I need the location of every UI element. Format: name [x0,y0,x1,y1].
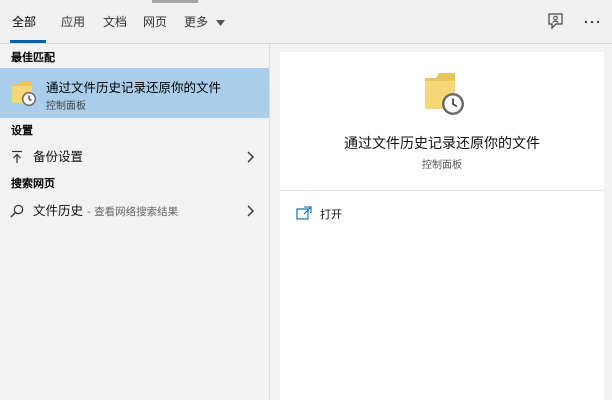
search-icon [10,204,24,218]
preview-right-gap [604,52,612,400]
best-match-subtitle: 控制面板 [46,101,86,112]
web-result-hint: - 查看网络搜索结果 [87,206,179,218]
preview-header: 通过文件历史记录还原你的文件 控制面板 [280,52,604,191]
tab-web[interactable]: 网页 [143,14,167,30]
title-accent [152,0,198,3]
web-result-file-history[interactable]: 文件历史 - 查看网络搜索结果 [0,197,269,225]
section-best-match: 最佳匹配 [11,51,55,64]
chevron-right-icon[interactable] [244,204,256,218]
folder-history-icon [425,73,464,115]
chevron-down-icon [215,19,225,26]
web-result-label: 文件历史 - 查看网络搜索结果 [33,203,178,220]
arrow-up-icon [12,150,22,163]
settings-result-label: 备份设置 [33,149,84,164]
settings-result-backup[interactable]: 备份设置 [0,143,269,171]
search-tab-bar: 全部 应用 文档 网页 更多 [0,0,612,44]
preview-top-gap [270,44,612,52]
folder-history-icon [12,81,36,106]
preview-subtitle: 控制面板 [422,160,462,171]
preview-pane: 通过文件历史记录还原你的文件 控制面板 打开 [280,52,604,400]
feedback-icon[interactable] [547,12,565,30]
tab-all[interactable]: 全部 [12,14,36,30]
best-match-title: 通过文件历史记录还原你的文件 [46,80,222,95]
section-settings: 设置 [11,124,33,137]
more-options-icon[interactable] [583,13,601,31]
tab-more[interactable]: 更多 [184,14,225,30]
preview-title: 通过文件历史记录还原你的文件 [344,136,540,152]
tab-apps[interactable]: 应用 [61,14,85,30]
section-web: 搜索网页 [11,177,55,190]
open-action-label: 打开 [320,208,342,221]
tab-more-label: 更多 [184,15,209,29]
best-match-result[interactable]: 通过文件历史记录还原你的文件 控制面板 [0,68,269,118]
results-pane: 最佳匹配 通过文件历史记录还原你的文件 控制面板 设置 备份设置 搜索网页 文件… [0,44,270,400]
tab-documents[interactable]: 文档 [103,14,127,30]
open-icon [296,206,312,220]
active-tab-indicator [10,40,46,43]
chevron-right-icon[interactable] [244,150,256,164]
web-result-query: 文件历史 [33,203,84,218]
